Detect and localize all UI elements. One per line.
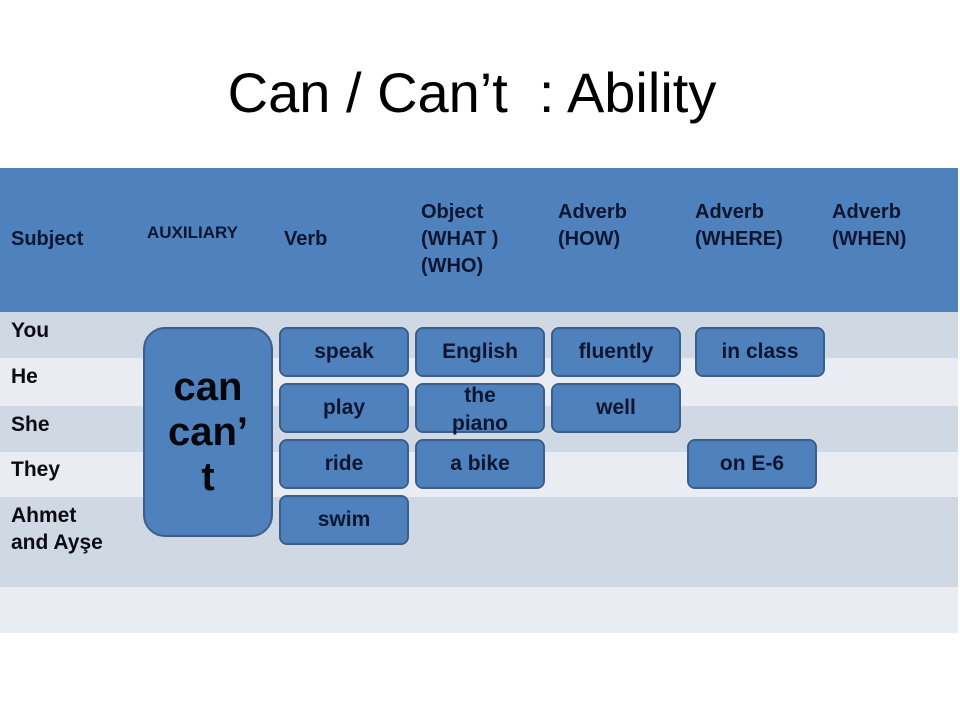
- object-box[interactable]: English: [415, 327, 545, 377]
- adverb-where-box[interactable]: in class: [695, 327, 825, 377]
- verb-box[interactable]: play: [279, 383, 409, 433]
- adverb-how-label: well: [596, 396, 636, 419]
- subject-cell: You: [11, 319, 50, 342]
- header-verb: Verb: [284, 228, 328, 250]
- header-adverb-how: Adverb (HOW): [558, 201, 627, 250]
- object-box[interactable]: a bike: [415, 439, 545, 489]
- adverb-where-label: in class: [721, 340, 799, 363]
- verb-label: swim: [317, 508, 371, 531]
- verb-label: play: [322, 396, 366, 419]
- header-adverb-when: Adverb (WHEN): [832, 201, 907, 250]
- object-label: English: [442, 340, 518, 363]
- adverb-how-label: fluently: [578, 340, 654, 363]
- subject-cell: He: [11, 365, 38, 388]
- verb-box[interactable]: swim: [279, 495, 409, 545]
- header-adverb-where: Adverb (WHERE): [695, 201, 783, 250]
- header-subject: Subject: [11, 228, 84, 250]
- adverb-where-box[interactable]: on E-6: [687, 439, 817, 489]
- object-label: a bike: [450, 452, 510, 475]
- header-auxiliary: AUXILIARY: [147, 223, 238, 242]
- auxiliary-label: can can’ t: [167, 364, 249, 499]
- subject-cell: They: [11, 458, 61, 481]
- header-object: Object (WHAT ) (WHO): [421, 201, 499, 277]
- verb-box[interactable]: ride: [279, 439, 409, 489]
- table-header: Subject AUXILIARY Verb Object (WHAT ) (W…: [0, 168, 958, 312]
- adverb-where-label: on E-6: [719, 452, 785, 475]
- verb-label: ride: [324, 452, 364, 475]
- adverb-how-box[interactable]: fluently: [551, 327, 681, 377]
- verb-label: speak: [314, 340, 374, 363]
- object-label: the piano: [452, 384, 508, 435]
- adverb-how-box[interactable]: well: [551, 383, 681, 433]
- auxiliary-box[interactable]: can can’ t: [143, 327, 273, 537]
- slide-title: Can / Can’t : Ability: [227, 61, 717, 124]
- table-row-empty: [0, 587, 958, 633]
- subject-cell: She: [11, 413, 50, 436]
- verb-box[interactable]: speak: [279, 327, 409, 377]
- subject-cell: Ahmet and Ayşe: [11, 504, 103, 554]
- object-box[interactable]: the piano: [415, 383, 545, 435]
